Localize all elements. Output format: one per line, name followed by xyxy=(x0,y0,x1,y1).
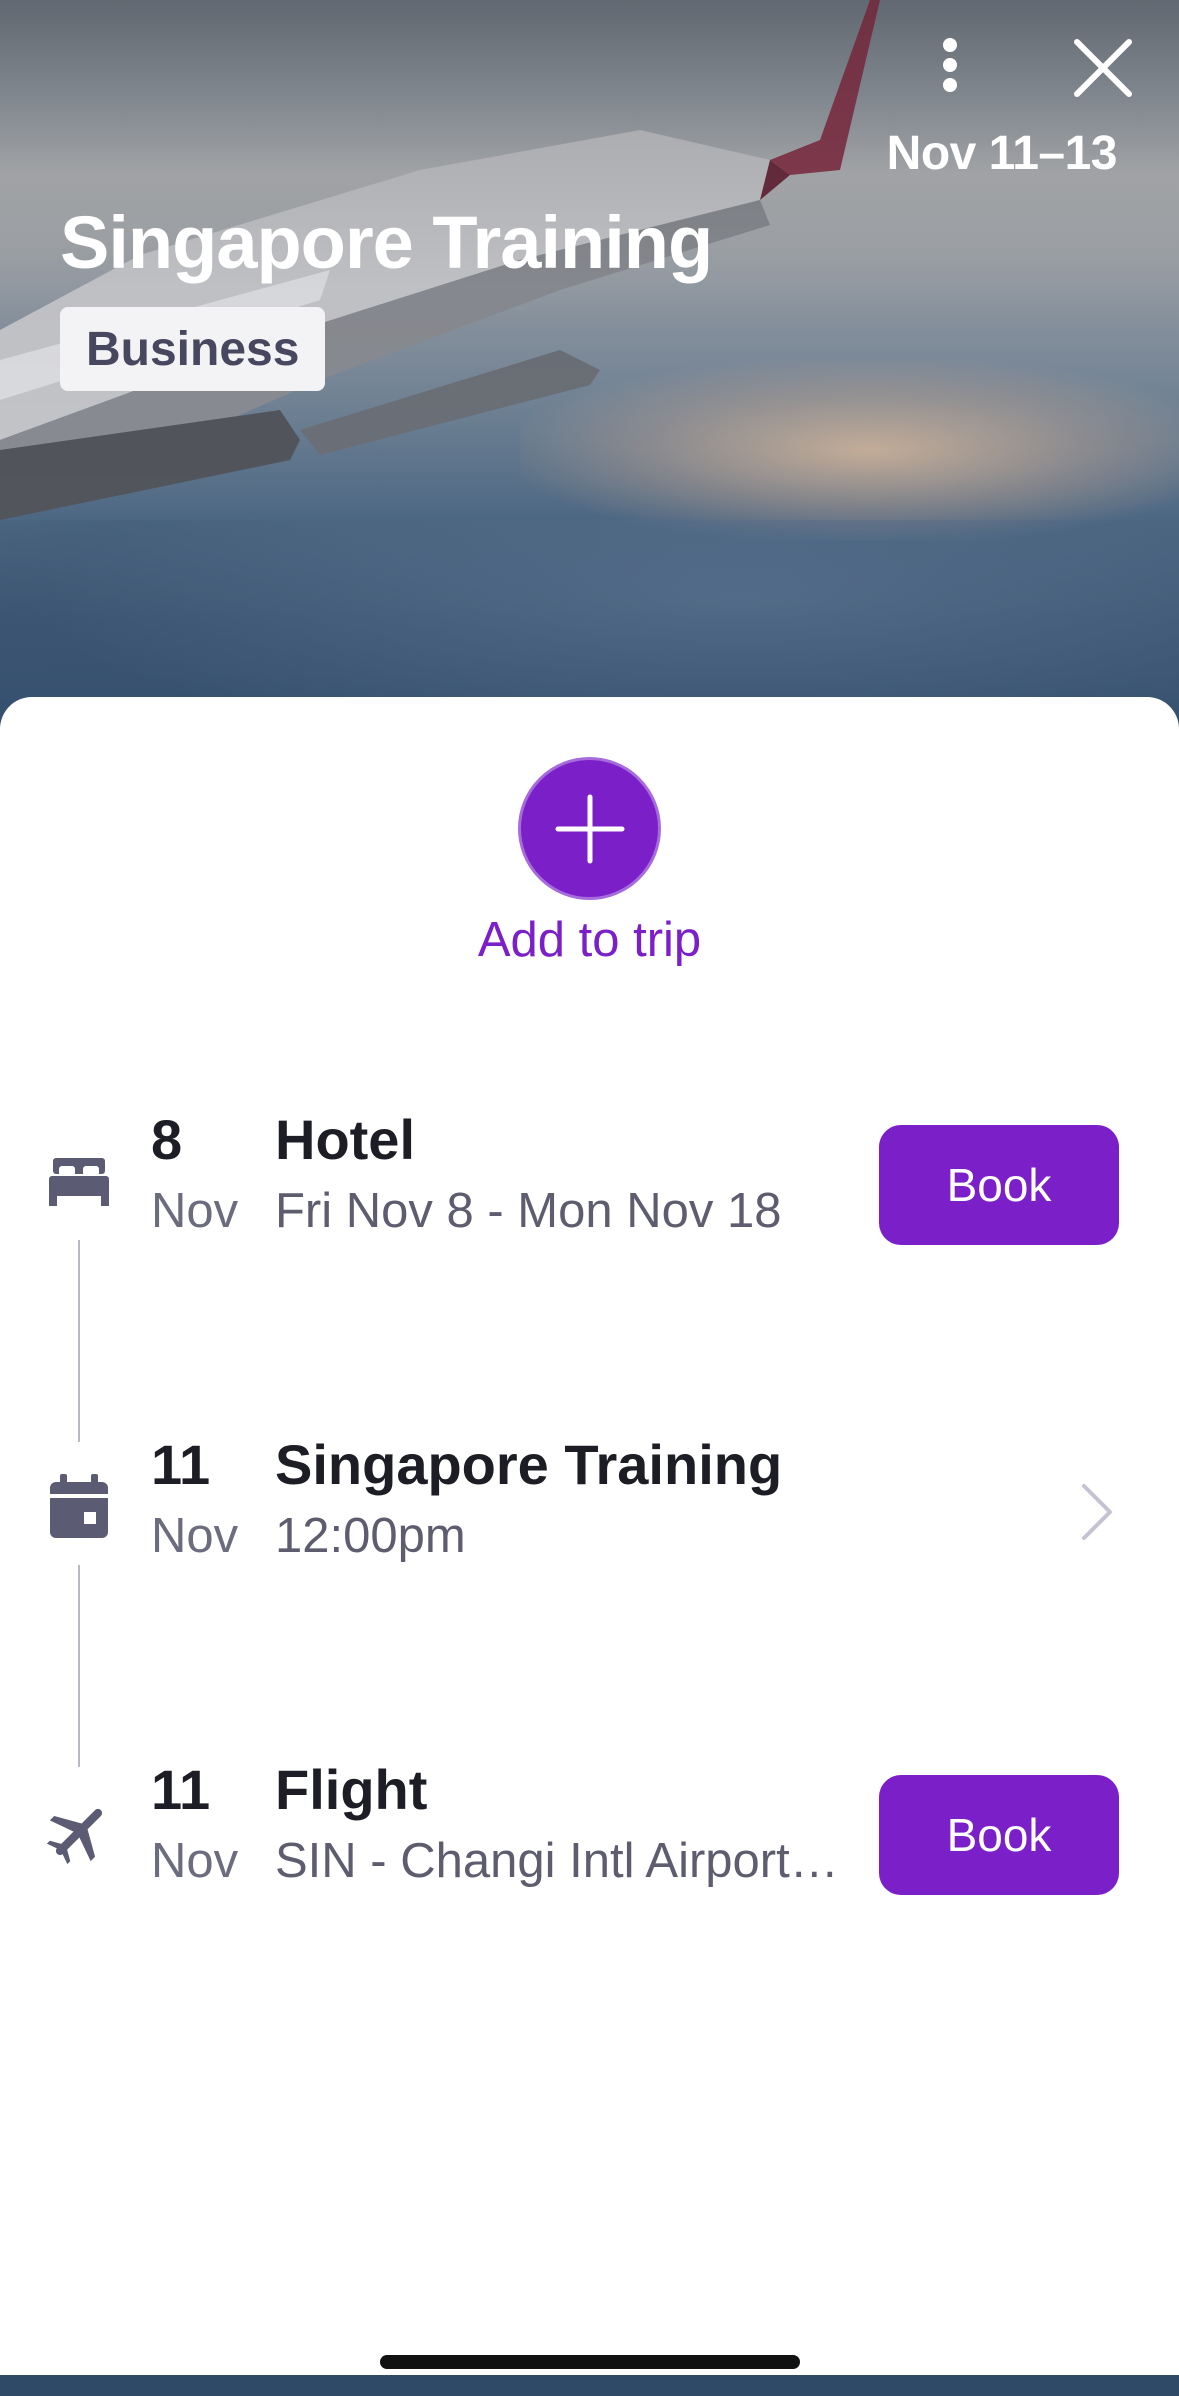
chevron-right-icon[interactable] xyxy=(1072,1482,1122,1542)
item-subtitle: Fri Nov 8 - Mon Nov 18 xyxy=(275,1184,782,1238)
trip-type-badge: Business xyxy=(60,307,326,391)
item-subtitle: 12:00pm xyxy=(275,1509,466,1563)
close-icon xyxy=(1074,39,1132,97)
trip-hero: Nov 11–13 Singapore Training Business xyxy=(0,0,1179,720)
timeline-connector xyxy=(78,1565,80,1767)
book-flight-button[interactable]: Book xyxy=(879,1775,1119,1895)
airplane-icon xyxy=(44,1797,114,1867)
home-indicator[interactable] xyxy=(380,2355,800,2369)
item-subtitle: SIN - Changi Intl Airport… xyxy=(275,1834,839,1888)
item-day: 11 xyxy=(151,1433,211,1496)
item-day: 8 xyxy=(151,1108,183,1171)
more-options-button[interactable] xyxy=(915,30,985,100)
trip-item-event[interactable]: 11 Nov Singapore Training 12:00pm xyxy=(0,1432,1179,1582)
bed-icon xyxy=(44,1147,114,1217)
trip-details-sheet: Add to trip 8 Nov Hotel Fri Nov 8 - Mon … xyxy=(0,697,1179,2375)
item-title: Flight xyxy=(275,1758,428,1821)
plus-icon xyxy=(555,794,624,863)
more-vertical-icon xyxy=(943,38,957,92)
calendar-icon xyxy=(44,1472,114,1542)
timeline-connector xyxy=(78,1240,80,1442)
item-title: Hotel xyxy=(275,1108,415,1171)
add-to-trip-label[interactable]: Add to trip xyxy=(0,912,1179,968)
book-hotel-button[interactable]: Book xyxy=(879,1125,1119,1245)
add-to-trip-button[interactable] xyxy=(518,757,661,900)
item-month: Nov xyxy=(151,1509,239,1563)
item-month: Nov xyxy=(151,1184,239,1238)
item-month: Nov xyxy=(151,1834,239,1888)
trip-item-flight[interactable]: 11 Nov Flight SIN - Changi Intl Airport…… xyxy=(0,1757,1179,1907)
item-title: Singapore Training xyxy=(275,1433,783,1496)
trip-title: Singapore Training xyxy=(60,201,713,284)
trip-date-range: Nov 11–13 xyxy=(886,127,1118,180)
trip-item-hotel[interactable]: 8 Nov Hotel Fri Nov 8 - Mon Nov 18 Book xyxy=(0,1107,1179,1257)
close-button[interactable] xyxy=(1065,30,1141,106)
item-day: 11 xyxy=(151,1758,211,1821)
